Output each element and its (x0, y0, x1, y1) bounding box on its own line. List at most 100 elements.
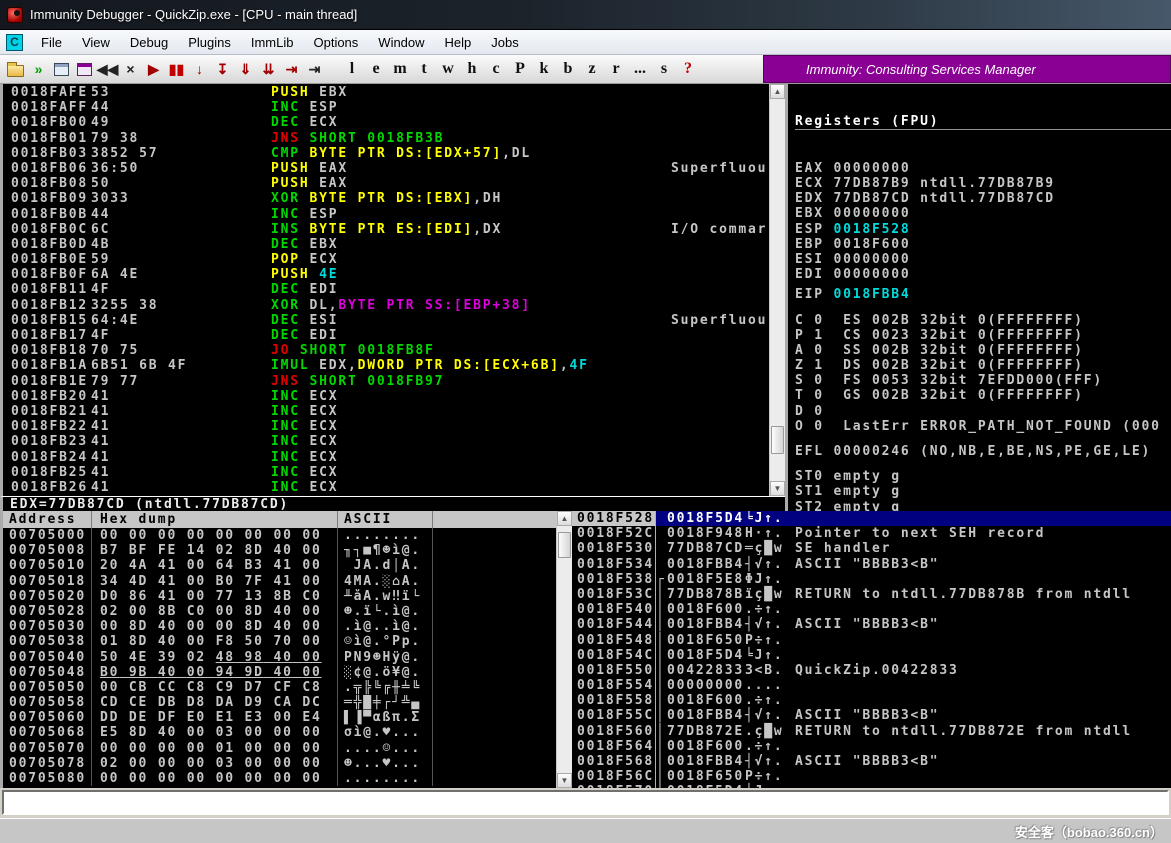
restart-button[interactable]: » (27, 58, 50, 81)
toolbar-letter-button[interactable]: w (436, 60, 460, 78)
flag-line[interactable]: T 0 GS 002B 32bit 0(FFFFFFFF) (795, 388, 1171, 403)
toolbar-letter-button[interactable]: P (508, 60, 532, 78)
disasm-row[interactable]: 0018FB0E 59 POP ECX (3, 252, 769, 267)
flag-line[interactable]: O 0 LastErr ERROR_PATH_NOT_FOUND (000 (795, 419, 1171, 434)
disasm-row[interactable]: 0018FB15 64:4E DEC ESI Superfluou (3, 313, 769, 328)
disasm-row[interactable]: 0018FB20 41 INC ECX (3, 389, 769, 404)
animate-into-button[interactable]: ⇓ (234, 58, 257, 81)
efl-line[interactable]: EFL 00000246 (NO,NB,E,BE,NS,PE,GE,LE) (795, 444, 1171, 459)
scroll-thumb[interactable] (558, 532, 571, 558)
register-line-eip[interactable]: EIP 0018FBB4 (795, 287, 1171, 302)
stack-row[interactable]: 0018F548 │ 0018F650 P÷↑. (572, 632, 1171, 648)
stack-row[interactable]: 0018F568 │ 0018FBB4 ┤√↑. ASCII "BBBB3<B" (572, 754, 1171, 770)
disasm-row[interactable]: 0018FB25 41 INC ECX (3, 465, 769, 480)
hexdump-row[interactable]: 00705068 E5 8D 40 00 03 00 00 00 σì@.♥... (3, 725, 556, 741)
wind-back-button[interactable]: ◀◀ (96, 58, 119, 81)
stack-row[interactable]: 0018F55C │ 0018FBB4 ┤√↑. ASCII "BBBB3<B" (572, 708, 1171, 724)
toolbar-letter-button[interactable]: b (556, 60, 580, 78)
hexdump-row[interactable]: 00705070 00 00 00 00 01 00 00 00 ....☺... (3, 740, 556, 756)
toolbar-letter-button[interactable]: e (364, 60, 388, 78)
toolbar-letter-button[interactable]: ? (676, 60, 700, 78)
stack-row[interactable]: 0018F52C 0018F948 H·↑. Pointer to next SEH … (572, 526, 1171, 542)
stack-row[interactable]: 0018F570│0018F5D4╘J↑. (572, 784, 1171, 788)
flag-line[interactable]: S 0 FS 0053 32bit 7EFDD000(FFF) (795, 373, 1171, 388)
register-line[interactable]: EDI 00000000 (795, 267, 1171, 282)
animate-over-button[interactable]: ⇊ (257, 58, 280, 81)
hexdump-row[interactable]: 00705060 DD DE DF E0 E1 E3 00 E4 ▌▐▀αßπ.Σ (3, 710, 556, 726)
hexdump-row[interactable]: 00705038 01 8D 40 00 F8 50 70 00 ☺ì@.°Pp. (3, 634, 556, 650)
stack-row[interactable]: 0018F564 │ 0018F600 .÷↑. (572, 738, 1171, 754)
toolbar-letter-button[interactable]: r (604, 60, 628, 78)
register-line[interactable]: EBP 0018F600 (795, 237, 1171, 252)
scroll-up-button[interactable]: ▲ (557, 511, 572, 526)
menu-help[interactable]: Help (435, 32, 482, 53)
toolbar-letter-button[interactable]: ... (628, 60, 652, 78)
hexdump-row[interactable]: 00705058 CD CE DB D8 DA D9 CA DC ═╬█╪┌┘╩▄ (3, 695, 556, 711)
toolbar-letter-button[interactable]: m (388, 60, 412, 78)
register-line[interactable]: ESP 0018F528 (795, 222, 1171, 237)
stack-row[interactable]: 0018F558 │ 0018F600 .÷↑. (572, 693, 1171, 709)
flag-line[interactable]: A 0 SS 002B 32bit 0(FFFFFFFF) (795, 343, 1171, 358)
stack-row[interactable]: 0018F550 │ 00422833 3<B. QuickZip.00422833 (572, 662, 1171, 679)
register-line[interactable]: EDX 77DB87CD ntdll.77DB87CD (795, 191, 1171, 206)
hexdump-row[interactable]: 00705040 50 4E 39 02 48 98 40 00 PN9☻Hÿ@. (3, 649, 556, 665)
toolbar-letter-button[interactable]: c (484, 60, 508, 78)
disasm-row[interactable]: 0018FB00 49 DEC ECX (3, 115, 769, 130)
menu-jobs[interactable]: Jobs (481, 32, 528, 53)
hexdump-row[interactable]: 00705028 02 00 8B C0 00 8D 40 00 ☻.ï└.ì@. (3, 603, 556, 620)
disasm-row[interactable]: 0018FAFE 53 PUSH EBX (3, 85, 769, 100)
register-line[interactable]: EAX 00000000 (795, 161, 1171, 176)
stack-row[interactable]: 0018F534 0018FBB4 ┤√↑. ASCII "BBBB3<B" (572, 556, 1171, 572)
scroll-down-button[interactable]: ▼ (770, 481, 785, 496)
close-process-button[interactable]: × (119, 58, 142, 81)
disasm-row[interactable]: 0018FB11 4F DEC EDI (3, 282, 769, 297)
disasm-row[interactable]: 0018FB22 41 INC ECX (3, 419, 769, 434)
stack-row[interactable]: 0018F554 │ 00000000.... (572, 678, 1171, 694)
scroll-down-button[interactable]: ▼ (557, 773, 572, 788)
cpu-window-menu-icon[interactable]: C (6, 33, 23, 51)
hexdump-row[interactable]: 00705050 00 CB CC C8 C9 D7 CF C8 .╦╠╚╔╫╧╚ (3, 679, 556, 696)
scroll-up-button[interactable]: ▲ (770, 84, 785, 99)
stack-row[interactable]: 0018F53C │ 77DB878B ïç█w RETURN to ntdll.77D… (572, 586, 1171, 603)
hexdump-row[interactable]: 00705010 20 4A 41 00 64 B3 41 00 JA.d│A. (3, 558, 556, 574)
hexdump-row[interactable]: 00705048 B0 9B 40 00 94 9D 40 00 ░¢@.ö¥@. (3, 664, 556, 680)
register-line[interactable]: EBX 00000000 (795, 206, 1171, 221)
step-over-button[interactable]: ↧ (211, 58, 234, 81)
disasm-row[interactable]: 0018FB23 41 INC ECX (3, 434, 769, 449)
disasm-row[interactable]: 0018FB1A 6B51 6B 4F IMUL EDX,DWORD PTR DS:… (3, 358, 769, 373)
menu-immlib[interactable]: ImmLib (241, 32, 304, 53)
log-window-button[interactable] (50, 58, 73, 81)
hexdump-row[interactable]: 00705078 02 00 00 00 03 00 00 00 ☻...♥... (3, 755, 556, 771)
stack-row[interactable]: 0018F538 ┌ 0018F5E8 ΦJ↑. (572, 571, 1171, 587)
fpu-register-line[interactable]: ST0 empty g (795, 469, 1171, 484)
toolbar-letter-button[interactable]: h (460, 60, 484, 78)
disasm-row[interactable]: 0018FB12 3255 38 XOR DL,BYTE PTR SS:[EBP+3… (3, 298, 769, 313)
register-line[interactable]: ESI 00000000 (795, 252, 1171, 267)
toolbar-letter-button[interactable]: s (652, 60, 676, 78)
windows-list-button[interactable] (73, 58, 96, 81)
disasm-row[interactable]: 0018FB18 70 75 JO SHORT 0018FB8F (3, 343, 769, 358)
disasm-row[interactable]: 0018FB17 4F DEC EDI (3, 328, 769, 343)
disasm-row[interactable]: 0018FB21 41 INC ECX (3, 404, 769, 419)
toolbar-letter-button[interactable]: z (580, 60, 604, 78)
command-input[interactable] (2, 790, 1169, 815)
hexdump-row[interactable]: 00705080 00 00 00 00 00 00 00 00........ (3, 771, 556, 787)
stack-row[interactable]: 0018F528 0018F5D4 ╘J↑. (572, 511, 1171, 527)
hexdump-row[interactable]: 00705000 00 00 00 00 00 00 00 00........ (3, 528, 556, 544)
menu-window[interactable]: Window (368, 32, 434, 53)
toolbar-letter-button[interactable]: k (532, 60, 556, 78)
flag-line[interactable]: D 0 (795, 404, 1171, 419)
pause-button[interactable]: ▮▮ (165, 58, 188, 81)
execute-till-return-button[interactable]: ⇥ (280, 58, 303, 81)
disasm-row[interactable]: 0018FB08 50 PUSH EAX (3, 176, 769, 191)
disasm-row[interactable]: 0018FB0B 44 INC ESP (3, 207, 769, 222)
stack-row[interactable]: 0018F540 │ 0018F600 .÷↑. (572, 602, 1171, 618)
stack-row[interactable]: 0018F54C │ 0018F5D4 ╘J↑. (572, 647, 1171, 663)
stack-row[interactable]: 0018F56C │ 0018F650 P÷↑. (572, 769, 1171, 785)
menu-file[interactable]: File (31, 32, 72, 53)
menu-plugins[interactable]: Plugins (178, 32, 241, 53)
execute-till-user-button[interactable]: ⇥ (303, 58, 326, 81)
toolbar-letter-button[interactable]: l (340, 60, 364, 78)
hexdump-row[interactable]: 00705030 00 8D 40 00 00 8D 40 00 .ì@..ì@. (3, 619, 556, 635)
open-file-button[interactable] (4, 58, 27, 81)
